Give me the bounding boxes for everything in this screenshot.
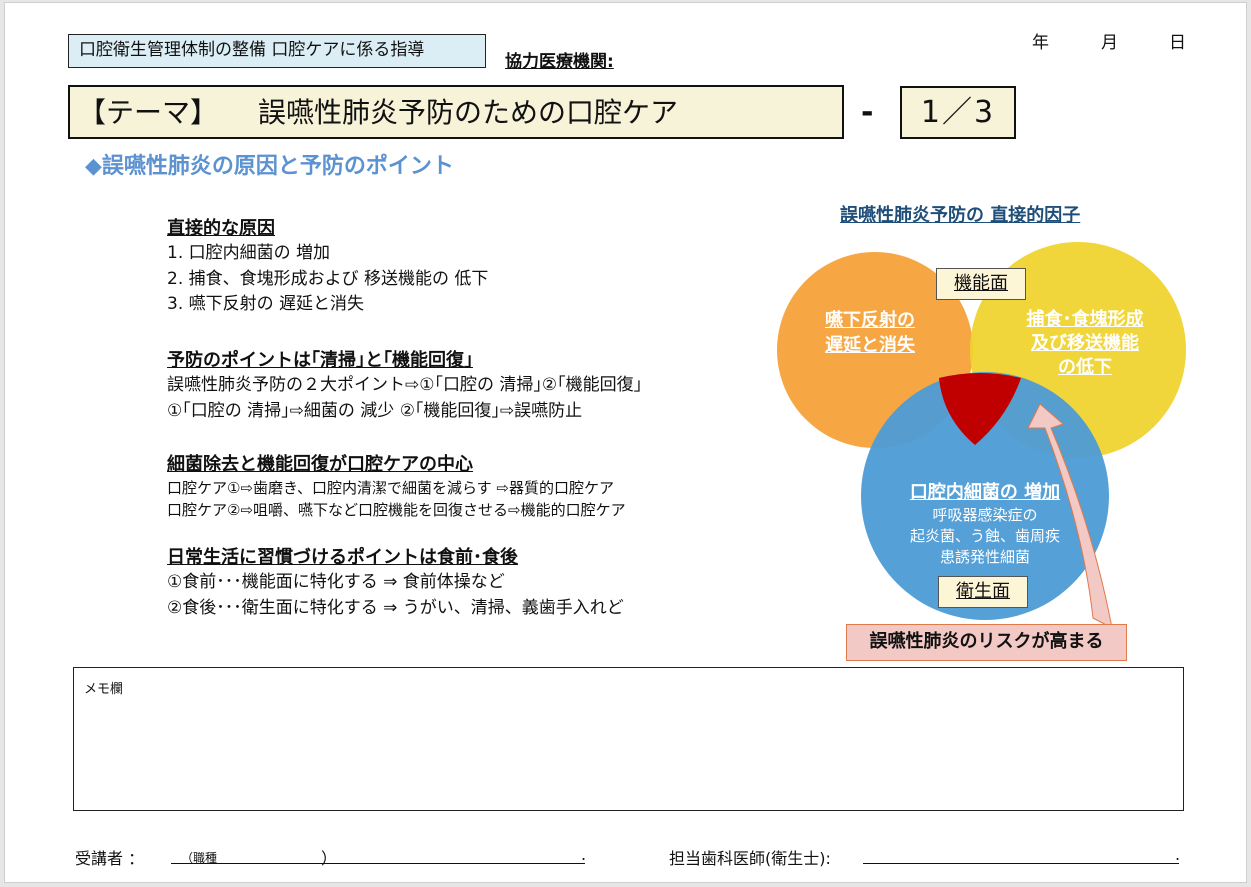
- date-year: 年: [1032, 33, 1049, 53]
- daily-line: ①食前･･･機能面に特化する ⇒ 食前体操など: [167, 572, 505, 592]
- theme-title: 誤嚥性肺炎予防のための口腔ケア: [258, 96, 679, 129]
- direct-causes-block: 直接的な原因 1. 口腔内細菌の 増加 2. 捕食、食塊形成および 移送機能の …: [167, 214, 488, 318]
- dentist-underline[interactable]: [863, 863, 1179, 864]
- memo-field[interactable]: メモ欄: [73, 667, 1184, 811]
- bottom-circle-title: 口腔内細菌の 増加: [909, 482, 1061, 503]
- left-circle-label: 嚥下反射の 遅延と消失: [795, 308, 945, 358]
- direct-causes-heading: 直接的な原因: [167, 218, 275, 239]
- left-circle-line: 遅延と消失: [825, 335, 915, 356]
- occupation-suffix: ）: [321, 849, 338, 868]
- category-box: 口腔衛生管理体制の整備 口腔ケアに係る指導: [68, 34, 486, 68]
- dentist-end-dot: .: [1175, 845, 1181, 864]
- prevention-line: ①｢口腔の 清掃｣⇨細菌の 減少 ②｢機能回復｣⇨誤嚥防止: [167, 400, 583, 421]
- theme-label: 【テーマ】: [78, 96, 219, 129]
- prevention-heading: 予防のポイントは｢清掃｣と｢機能回復｣: [167, 350, 473, 371]
- document-page: 口腔衛生管理体制の整備 口腔ケアに係る指導 協力医療機関: 年 月 日 【テーマ…: [4, 2, 1247, 883]
- core-heading: 細菌除去と機能回復が口腔ケアの中心: [167, 454, 473, 475]
- prevention-block: 予防のポイントは｢清掃｣と｢機能回復｣ 誤嚥性肺炎予防の２大ポイント⇨①｢口腔の…: [167, 346, 642, 424]
- venn-title: 誤嚥性肺炎予防の 直接的因子: [840, 205, 1081, 226]
- daily-line: ②食後･･･衛生面に特化する ⇒ うがい、清掃、義歯手入れど: [167, 597, 624, 618]
- bottom-circle-line: 患誘発性細菌: [939, 548, 1030, 566]
- risk-label: 誤嚥性肺炎のリスクが高まる: [846, 624, 1127, 661]
- prevention-line: 誤嚥性肺炎予防の２大ポイント⇨①｢口腔の 清掃｣②｢機能回復｣: [167, 375, 643, 395]
- page-number: 1／3: [900, 86, 1016, 139]
- core-line: 口腔ケア②⇨咀嚼、嚥下など口腔機能を回復させる⇨機能的口腔ケア: [167, 501, 626, 519]
- daily-block: 日常生活に習慣づけるポイントは食前･食後 ①食前･･･機能面に特化する ⇒ 食前…: [167, 543, 624, 621]
- theme-box: 【テーマ】 誤嚥性肺炎予防のための口腔ケア: [68, 85, 844, 139]
- attendee-label: 受講者 ：: [75, 849, 145, 868]
- cause-item: 1. 口腔内細菌の 増加: [167, 243, 331, 263]
- bottom-circle-label: 口腔内細菌の 増加 呼吸器感染症の 起炎菌、う蝕、歯周疾 患誘発性細菌: [885, 481, 1085, 568]
- theme-dash: -: [861, 95, 874, 130]
- right-circle-line: 及び移送機能: [1031, 333, 1139, 354]
- bottom-circle-line: 起炎菌、う蝕、歯周疾: [909, 527, 1060, 545]
- attendee-underline[interactable]: [171, 863, 585, 864]
- bottom-circle-line: 呼吸器感染症の: [932, 506, 1038, 524]
- right-circle-line: の低下: [1058, 357, 1112, 378]
- daily-heading: 日常生活に習慣づけるポイントは食前･食後: [167, 547, 518, 568]
- attendee-end-dot: .: [581, 845, 587, 864]
- dentist-label: 担当歯科医師(衛生士):: [669, 849, 831, 868]
- memo-label: メモ欄: [84, 682, 124, 697]
- cooperating-institution-label: 協力医療機関:: [505, 52, 614, 72]
- section-title: ◆誤嚥性肺炎の原因と予防のポイント: [85, 154, 454, 179]
- hygiene-tag: 衛生面: [938, 576, 1028, 608]
- cause-item: 3. 嚥下反射の 遅延と消失: [167, 294, 365, 314]
- left-circle-line: 嚥下反射の: [825, 310, 915, 331]
- core-block: 細菌除去と機能回復が口腔ケアの中心 口腔ケア①⇨歯磨き、口腔内清潔で細菌を減らす…: [167, 450, 626, 521]
- date-day: 日: [1169, 33, 1186, 53]
- cause-item: 2. 捕食、食塊形成および 移送機能の 低下: [167, 268, 489, 289]
- date-month: 月: [1101, 33, 1118, 53]
- right-circle-label: 捕食･食塊形成 及び移送機能 の低下: [1005, 308, 1165, 380]
- function-tag: 機能面: [936, 268, 1026, 300]
- right-circle-line: 捕食･食塊形成: [1026, 309, 1144, 330]
- core-line: 口腔ケア①⇨歯磨き、口腔内清潔で細菌を減らす ⇨器質的口腔ケア: [167, 479, 615, 497]
